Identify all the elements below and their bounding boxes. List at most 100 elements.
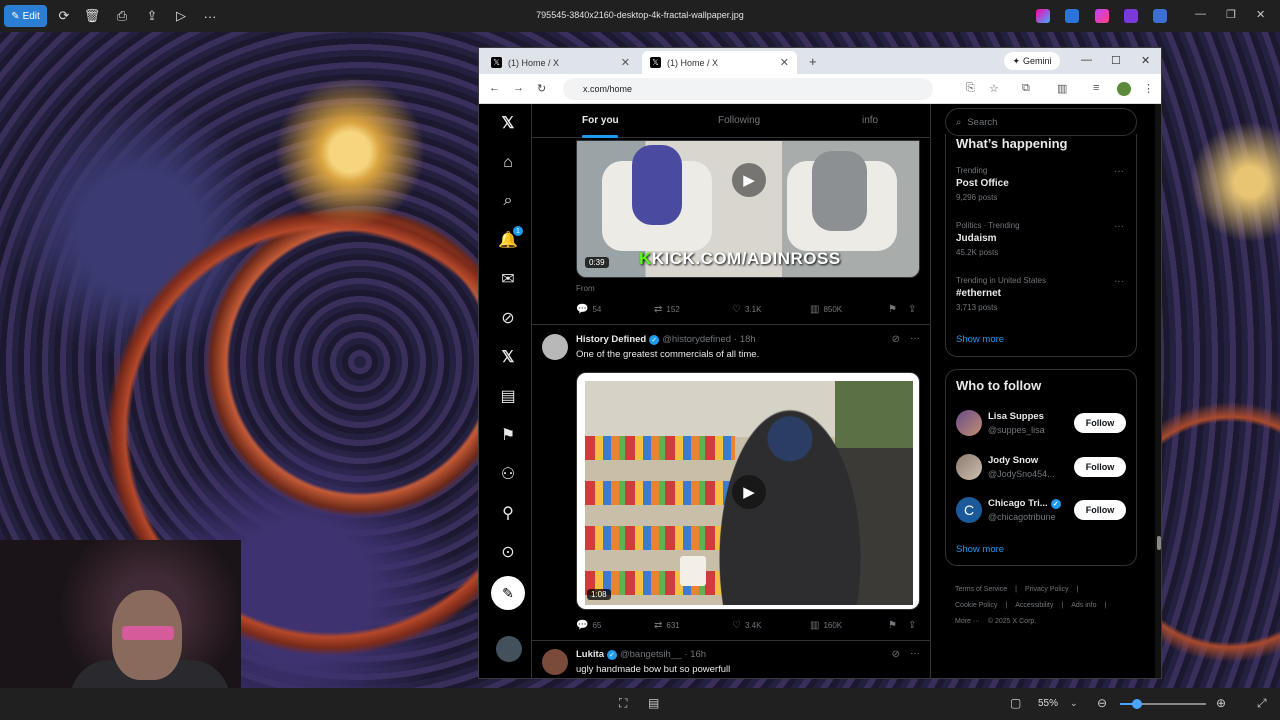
share-button[interactable]: ⇪ [908,304,916,315]
post-video[interactable]: ▶ 1:08 [576,372,920,610]
close-icon[interactable]: ✕ [1256,8,1265,21]
suggested-user-name[interactable]: Chicago Tri... ✓ [988,498,1061,509]
x-premium-icon[interactable]: 𝕏 [497,346,519,368]
app-icon-purple[interactable] [1095,9,1109,23]
extensions-icon[interactable]: ⧉ [1022,82,1030,95]
reload-icon[interactable]: ↻ [537,82,546,95]
play-icon[interactable]: ▶ [732,475,766,509]
privacy-link[interactable]: Privacy Policy [1025,586,1069,593]
zoom-slider[interactable] [1120,699,1206,709]
reply-button[interactable]: 💬 54 [576,304,601,315]
home-icon[interactable]: ⌂ [497,152,519,174]
trend-name[interactable]: #ethernet [956,288,1001,299]
profile-avatar[interactable] [1117,82,1131,96]
repost-button[interactable]: ⇄ 631 [654,620,680,631]
more-link[interactable]: More ··· [955,618,980,625]
more-icon[interactable]: ··· [1114,166,1124,177]
messages-icon[interactable]: ✉ [497,268,519,290]
copilot-icon[interactable] [1036,9,1050,23]
delete-icon[interactable]: 🗑 [84,8,101,24]
more-icon[interactable]: ··· [910,648,920,659]
trends-show-more-link[interactable]: Show more [956,334,1004,345]
follow-button[interactable]: Follow [1074,457,1126,477]
trend-name[interactable]: Judaism [956,233,997,244]
play-icon[interactable]: ▶ [732,163,766,197]
notifications-icon[interactable]: 🔔 1 [497,226,523,251]
lists-icon[interactable]: ▤ [497,385,519,407]
x-logo-icon[interactable]: 𝕏 [497,112,519,134]
author-handle[interactable]: @historydefined [662,334,731,345]
browser-tab-1[interactable]: 𝕏 (1) Home / X ✕ [483,51,638,74]
tab-close-icon[interactable]: ✕ [621,56,630,69]
scrollbar-thumb[interactable] [1157,536,1161,550]
bookmark-button[interactable]: ⚑ [888,620,897,631]
zoom-dropdown-icon[interactable]: ⌄ [1070,698,1078,709]
author-avatar[interactable] [542,334,568,360]
suggested-user-avatar[interactable] [956,410,982,436]
bookmark-star-icon[interactable]: ☆ [989,82,999,95]
views-button[interactable]: ▥ 850K [810,304,842,315]
suggested-user-name[interactable]: Lisa Suppes [988,411,1044,422]
cloud-icon[interactable] [1153,9,1167,23]
slideshow-icon[interactable]: ▷ [173,8,189,24]
bookmarks-icon[interactable]: ⚑ [497,424,519,446]
reply-button[interactable]: 💬 65 [576,620,601,631]
communities-icon[interactable]: ⚇ [497,463,519,485]
new-tab-icon[interactable]: + [809,54,817,69]
search-icon[interactable]: ⌕ [497,190,519,212]
fullscreen-icon[interactable]: ⤢ [1257,696,1267,711]
trend-name[interactable]: Post Office [956,178,1009,189]
rotate-icon[interactable]: ⟳ [56,8,72,24]
accessibility-link[interactable]: Accessibility [1015,602,1053,609]
like-button[interactable]: ♡ 3.1K [732,304,761,315]
browser-close-icon[interactable]: ✕ [1141,54,1150,67]
tab-info[interactable]: info [862,115,878,126]
chicago-tribune-logo-icon[interactable]: C [956,497,982,523]
tab-for-you[interactable]: For you [582,115,619,126]
install-app-icon[interactable]: ⎘ [966,82,975,95]
sidebar-icon[interactable]: ▥ [1057,82,1067,95]
crop-icon[interactable]: ⛶ [619,696,627,711]
media-icon[interactable]: ≡ [1093,82,1099,94]
zoom-slider-thumb[interactable] [1132,699,1143,709]
browser-minimize-icon[interactable]: — [1081,54,1092,66]
who-to-follow-show-more-link[interactable]: Show more [956,544,1004,555]
zoom-in-icon[interactable]: ⊕ [1216,696,1226,710]
author-handle[interactable]: @bangetsih__ [620,649,681,660]
gemini-button[interactable]: ✦ Gemini [1004,52,1060,70]
forward-icon[interactable]: → [513,82,524,94]
tab-following[interactable]: Following [718,115,760,126]
post-time[interactable]: · 18h [734,334,756,345]
share-button[interactable]: ⇪ [908,620,916,631]
author-avatar[interactable] [542,649,568,675]
post-time[interactable]: · 16h [684,649,706,660]
zoom-level[interactable]: 55% [1038,698,1058,709]
follow-button[interactable]: Follow [1074,413,1126,433]
zoom-out-icon[interactable]: ⊖ [1097,696,1107,710]
ads-info-link[interactable]: Ads info [1071,602,1096,609]
url-field[interactable]: x.com/home [563,78,933,100]
app-icon-violet[interactable] [1124,9,1138,23]
author-name[interactable]: History Defined [576,334,646,345]
browser-maximize-icon[interactable]: ☐ [1111,54,1121,67]
page-scrollbar[interactable] [1155,104,1161,678]
follow-button[interactable]: Follow [1074,500,1126,520]
more-icon[interactable]: ··· [1114,221,1124,232]
repost-button[interactable]: ⇄ 152 [654,304,680,315]
app-icon-blue[interactable] [1065,9,1079,23]
menu-icon[interactable]: ⋮ [1143,82,1154,95]
more-icon[interactable]: ⊙ [497,541,519,563]
terms-link[interactable]: Terms of Service [955,586,1007,593]
grok-icon[interactable]: ⊘ [892,334,900,345]
fit-to-window-icon[interactable]: ▢ [1010,696,1021,710]
search-input[interactable]: ⌕ Search [945,108,1137,136]
grok-icon[interactable]: ⊘ [497,307,519,329]
grok-icon[interactable]: ⊘ [892,649,900,660]
more-icon[interactable]: ··· [1114,276,1124,287]
like-button[interactable]: ♡ 3.4K [732,620,761,631]
edit-button[interactable]: ✎ Edit [4,5,47,27]
maximize-icon[interactable]: ❐ [1226,8,1236,21]
print-icon[interactable]: ⎙ [114,8,130,24]
author-name[interactable]: Lukita [576,649,604,660]
cookie-link[interactable]: Cookie Policy [955,602,997,609]
